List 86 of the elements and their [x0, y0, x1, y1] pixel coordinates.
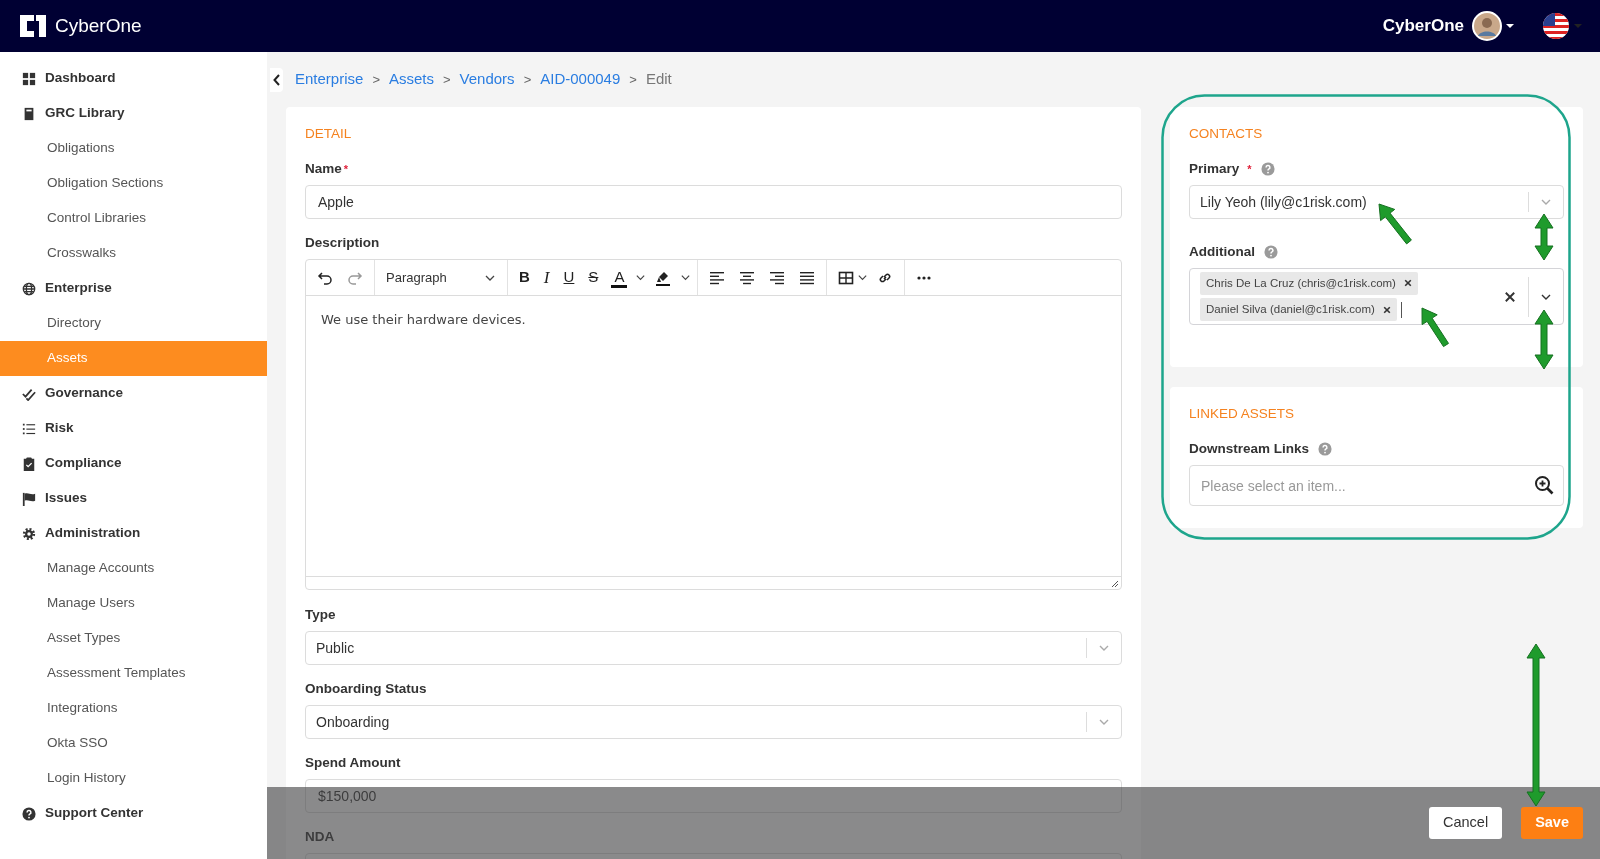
flag-icon	[22, 491, 36, 506]
field-label: Name	[305, 160, 342, 178]
caret-icon[interactable]	[680, 272, 692, 283]
search-field[interactable]: Please select an item...	[1189, 465, 1564, 506]
avatar[interactable]	[1472, 11, 1502, 41]
section-title: CONTACTS	[1189, 125, 1264, 143]
required-mark: *	[343, 162, 349, 177]
required-mark: *	[1247, 162, 1252, 177]
remove-icon[interactable]	[1403, 279, 1412, 288]
flag-icon[interactable]	[1542, 12, 1570, 40]
field-label: Type	[305, 606, 336, 624]
field-label: Downstream Links	[1189, 440, 1310, 458]
sidebar-item[interactable]: Login History	[0, 761, 267, 796]
block-style-dropdown[interactable]: Paragraph	[381, 263, 501, 292]
brand-name: CyberOne	[55, 13, 142, 38]
breadcrumb-link[interactable]: Assets	[388, 68, 434, 91]
sidebar-item[interactable]: Issues	[0, 481, 267, 516]
sidebar-item[interactable]: Administration	[0, 516, 267, 551]
underline-button[interactable]: U	[558, 263, 580, 292]
sidebar-item[interactable]: Governance	[0, 376, 267, 411]
sidebar-item[interactable]: Control Libraries	[0, 201, 267, 236]
gear-icon	[22, 526, 36, 541]
sidebar-item[interactable]: Support Center	[0, 796, 267, 831]
sidebar-item[interactable]: Enterprise	[0, 271, 267, 306]
caret-icon[interactable]	[635, 272, 647, 283]
breadcrumb-separator: >	[523, 70, 532, 89]
section-title: LINKED ASSETS	[1189, 405, 1296, 423]
sidebar-item[interactable]: Assessment Templates	[0, 656, 267, 691]
breadcrumb-separator: >	[629, 70, 637, 89]
tag: Chris De La Cruz (chris@c1risk.com)	[1200, 271, 1418, 295]
section-title: DETAIL	[305, 125, 353, 143]
grid-icon	[22, 71, 36, 86]
chevron-left-icon	[272, 73, 281, 86]
field-label: Onboarding Status	[305, 680, 427, 698]
sidebar-item[interactable]: Crosswalks	[0, 236, 267, 271]
sidebar-item[interactable]: Asset Types	[0, 621, 267, 656]
collapse-button[interactable]	[270, 67, 283, 92]
sidebar-item[interactable]: Risk	[0, 411, 267, 446]
breadcrumb-current: Edit	[645, 69, 672, 90]
field-label: NDA	[305, 828, 335, 846]
sidebar-item[interactable]: Obligations	[0, 131, 267, 166]
select-field[interactable]: Onboarding	[305, 705, 1122, 739]
zoom-in-icon[interactable]	[1534, 475, 1554, 495]
caret-icon[interactable]	[1506, 23, 1514, 29]
help-icon[interactable]	[1318, 442, 1333, 456]
sidebar-item[interactable]: Directory	[0, 306, 267, 341]
multi-select-field[interactable]: Chris De La Cruz (chris@c1risk.com) Daniel Silva (daniel@c1risk.com)	[1189, 268, 1564, 325]
clipboard-icon	[22, 456, 36, 471]
breadcrumb-link[interactable]: AID-000049	[540, 68, 621, 91]
cancel-button[interactable]: Cancel	[1429, 807, 1503, 839]
breadcrumb-link[interactable]: Enterprise	[295, 68, 364, 91]
sidebar-item[interactable]: Manage Users	[0, 586, 267, 621]
select-field[interactable]: Public	[305, 631, 1122, 665]
sidebar-item[interactable]: Manage Accounts	[0, 551, 267, 586]
sidebar-item[interactable]: Obligation Sections	[0, 166, 267, 201]
field-label: Spend Amount	[305, 754, 401, 772]
field-label: Additional	[1189, 243, 1255, 261]
field-label: Description	[305, 234, 380, 252]
strikethrough-button[interactable]: S	[583, 263, 604, 292]
select-field[interactable]: Lily Yeoh (lily@c1risk.com)	[1189, 185, 1564, 219]
list-icon	[22, 421, 36, 436]
book-icon	[22, 106, 36, 121]
sidebar-item[interactable]: Dashboard	[0, 61, 267, 96]
text-color-button[interactable]: A	[611, 267, 628, 288]
italic-button[interactable]: I	[538, 263, 555, 292]
text-field[interactable]: Apple	[305, 185, 1122, 219]
sidebar-item[interactable]: Okta SSO	[0, 726, 267, 761]
caret-icon[interactable]	[857, 272, 869, 283]
sidebar-item[interactable]: Compliance	[0, 446, 267, 481]
bold-button[interactable]: B	[514, 263, 535, 292]
breadcrumb-separator: >	[443, 70, 451, 89]
help-icon[interactable]	[1264, 245, 1278, 259]
breadcrumb-link[interactable]: Vendors	[459, 68, 515, 91]
clear-icon[interactable]	[1504, 290, 1516, 303]
resize-handle-icon[interactable]	[1111, 580, 1119, 588]
globe-icon	[22, 281, 36, 296]
sidebar-item[interactable]: GRC Library	[0, 96, 267, 131]
tag: Daniel Silva (daniel@c1risk.com)	[1200, 298, 1397, 322]
field-label: Primary	[1189, 160, 1240, 178]
editor-text[interactable]: We use their hardware devices.	[306, 296, 1121, 576]
remove-icon[interactable]	[1382, 305, 1391, 314]
user-name: CyberOne	[1382, 15, 1464, 38]
help-icon	[22, 806, 36, 821]
help-icon[interactable]	[1260, 162, 1275, 176]
sidebar-item[interactable]: Integrations	[0, 691, 267, 726]
breadcrumb-separator: >	[372, 70, 380, 89]
